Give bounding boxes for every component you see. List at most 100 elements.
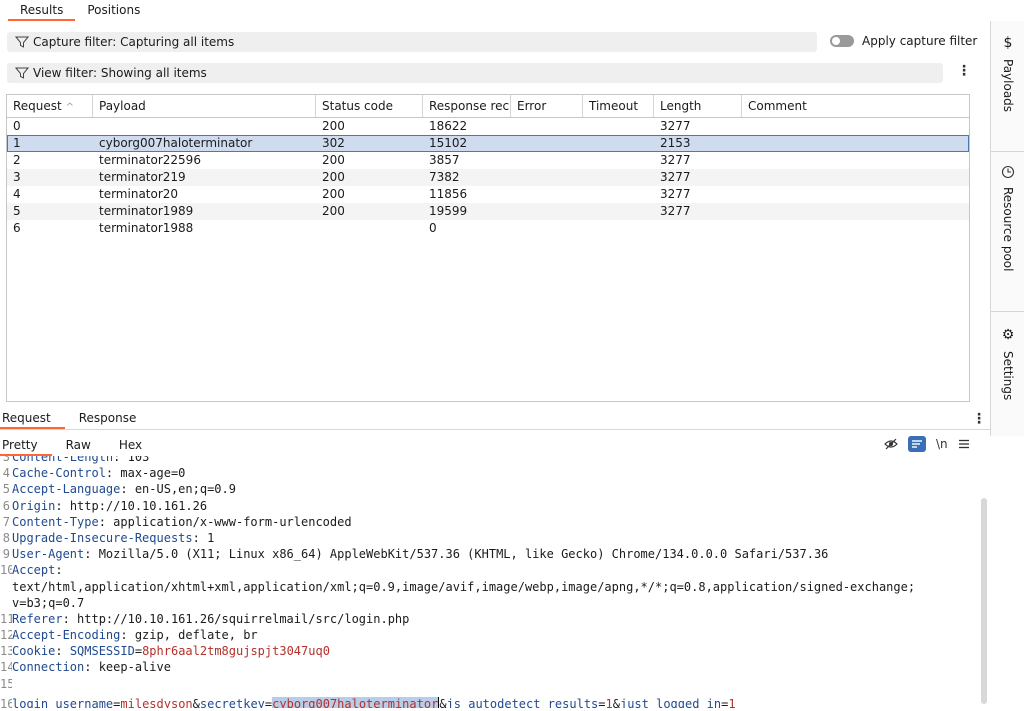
request-cell: 1 bbox=[13, 136, 21, 150]
table-row[interactable]: 6 terminator1988 0 bbox=[7, 220, 969, 237]
header-key: User-Agent bbox=[12, 547, 85, 562]
more-options-icon[interactable]: ⋮ bbox=[957, 64, 971, 78]
table-row[interactable]: 1 cyborg007haloterminator 302 15102 2153 bbox=[7, 135, 969, 152]
header-key: Connection bbox=[12, 660, 85, 675]
table-row[interactable]: 5 terminator1989 200 19599 3277 bbox=[7, 203, 969, 220]
apply-capture-filter[interactable]: Apply capture filter bbox=[830, 34, 977, 48]
timeout-cell bbox=[583, 152, 654, 169]
param-name: just_logged_in bbox=[619, 696, 722, 708]
header-key: Origin bbox=[12, 498, 56, 513]
view-filter-bar[interactable]: View filter: Showing all items bbox=[7, 63, 943, 83]
length-cell: 3277 bbox=[660, 119, 691, 133]
request-cell: 3 bbox=[13, 170, 21, 184]
response-received-cell: 11856 bbox=[429, 187, 468, 201]
line-number: 11 bbox=[0, 611, 12, 626]
payload-cell: terminator1989 bbox=[99, 204, 194, 218]
show-newlines-button[interactable]: \n bbox=[936, 436, 948, 452]
blank-line: 15 bbox=[0, 676, 980, 692]
comment-cell bbox=[742, 169, 969, 186]
header-value: http://10.10.161.26/squirrelmail/src/log… bbox=[69, 611, 410, 626]
connection-line: 14 Connection: keep-alive bbox=[0, 660, 171, 675]
length-cell: 2153 bbox=[660, 136, 691, 150]
tab-hex[interactable]: Hex bbox=[117, 436, 156, 456]
error-cell bbox=[511, 169, 583, 186]
table-row[interactable]: 0 200 18622 3277 bbox=[7, 118, 969, 135]
column-header-length[interactable]: Length bbox=[654, 95, 742, 117]
comment-cell bbox=[742, 135, 969, 152]
param-name: secretkey bbox=[199, 696, 265, 708]
apply-capture-filter-toggle[interactable] bbox=[830, 35, 854, 47]
capture-filter-bar[interactable]: Capture filter: Capturing all items bbox=[7, 32, 817, 52]
comment-cell bbox=[742, 220, 969, 237]
sort-ascending-icon: ^ bbox=[65, 102, 74, 113]
column-header-request[interactable]: Request ^ bbox=[7, 95, 93, 117]
line-number: 13 bbox=[0, 644, 12, 659]
request-cell: 6 bbox=[13, 221, 21, 235]
header-value: Mozilla/5.0 (X11; Linux x86_64) AppleWeb… bbox=[91, 547, 829, 562]
table-row[interactable]: 2 terminator22596 200 3857 3277 bbox=[7, 152, 969, 169]
tab-request[interactable]: Request bbox=[0, 408, 65, 429]
comment-cell bbox=[742, 203, 969, 220]
sidebar-label-settings: Settings bbox=[1001, 351, 1015, 401]
table-row[interactable]: 3 terminator219 200 7382 3277 bbox=[7, 169, 969, 186]
filter-icon bbox=[15, 36, 29, 48]
column-header-response-received[interactable]: Response rec... bbox=[423, 95, 511, 117]
timeout-cell bbox=[583, 169, 654, 186]
cookie-line: 13 Cookie: SQMSESSID=8phr6aal2tm8gujspjt… bbox=[0, 644, 330, 659]
column-header-payload[interactable]: Payload bbox=[93, 95, 316, 117]
status-code-cell bbox=[316, 220, 423, 237]
column-header-timeout[interactable]: Timeout bbox=[583, 95, 654, 117]
request-line: 7 Content-Type: application/x-www-form-ur… bbox=[0, 514, 980, 530]
sidebar-item-payloads[interactable]: $ Payloads bbox=[991, 35, 1024, 112]
column-header-status-code[interactable]: Status code bbox=[316, 95, 423, 117]
table-row[interactable]: 4 terminator20 200 11856 3277 bbox=[7, 186, 969, 203]
length-cell: 3277 bbox=[660, 153, 691, 167]
status-code-cell: 200 bbox=[322, 119, 345, 133]
request-cell: 5 bbox=[13, 204, 21, 218]
tab-response[interactable]: Response bbox=[65, 408, 151, 429]
header-value: text/html,application/xhtml+xml,applicat… bbox=[12, 579, 916, 594]
tab-raw[interactable]: Raw bbox=[64, 436, 105, 456]
cookie-name: SQMSESSID bbox=[69, 644, 135, 659]
filter-icon bbox=[15, 67, 29, 79]
param-value: milesdyson bbox=[120, 696, 193, 708]
timeout-cell bbox=[583, 220, 654, 237]
error-cell bbox=[511, 118, 583, 135]
tab-pretty[interactable]: Pretty bbox=[0, 436, 52, 456]
header-value: v=b3;q=0.7 bbox=[12, 595, 85, 610]
param-name: login_username bbox=[12, 696, 114, 708]
menu-icon[interactable] bbox=[958, 436, 970, 452]
comment-cell bbox=[742, 152, 969, 169]
header-key: Cookie bbox=[12, 644, 56, 659]
request-editor[interactable]: 3 Content-Length: 103 4 Cache-Control: max-… bbox=[0, 456, 980, 708]
table-body: 0 200 18622 3277 1 cyborg007haloterminator 302… bbox=[7, 118, 969, 237]
error-cell bbox=[511, 220, 583, 237]
request-cell: 4 bbox=[13, 187, 21, 201]
payload-cell: terminator20 bbox=[99, 187, 179, 201]
message-more-icon[interactable]: ⋮ bbox=[972, 412, 986, 426]
payload-cell: terminator219 bbox=[99, 170, 186, 184]
line-number: 12 bbox=[0, 628, 12, 643]
hide-nonprintable-icon[interactable] bbox=[884, 436, 898, 452]
tab-results[interactable]: Results bbox=[8, 0, 76, 21]
column-header-error[interactable]: Error bbox=[511, 95, 583, 117]
editor-scrollbar[interactable] bbox=[981, 498, 987, 704]
clock-icon bbox=[1001, 165, 1015, 179]
comment-cell bbox=[742, 186, 969, 203]
sidebar-item-settings[interactable]: ⚙ Settings bbox=[991, 327, 1024, 400]
line-number: 3 bbox=[2, 456, 10, 464]
param-name: js_autodetect_results bbox=[446, 696, 599, 708]
request-line: 9 User-Agent: Mozilla/5.0 (X11; Linux x86… bbox=[0, 546, 980, 562]
message-tabs: Request Response bbox=[0, 408, 990, 430]
header-value: gzip, deflate, br bbox=[127, 628, 258, 643]
param-value-selected: cyborg007haloterminator bbox=[272, 696, 439, 708]
error-cell bbox=[511, 203, 583, 220]
word-wrap-icon[interactable] bbox=[908, 436, 926, 452]
sidebar-divider bbox=[991, 151, 1024, 152]
tab-positions[interactable]: Positions bbox=[75, 0, 152, 21]
sidebar-item-resource-pool[interactable]: Resource pool bbox=[991, 165, 1024, 271]
length-cell: 3277 bbox=[660, 204, 691, 218]
line-number: 14 bbox=[0, 660, 12, 675]
header-value: keep-alive bbox=[91, 660, 171, 675]
column-header-comment[interactable]: Comment bbox=[742, 95, 969, 117]
